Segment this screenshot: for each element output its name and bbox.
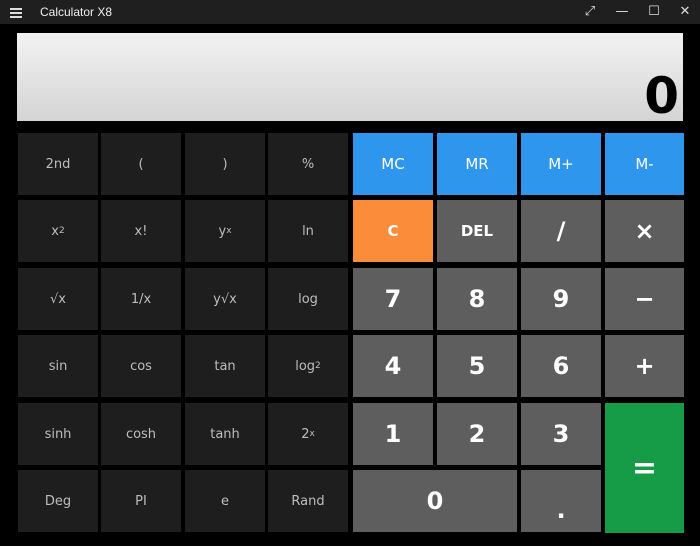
log2-button[interactable]: log 2 bbox=[268, 335, 348, 397]
power-exponent: x bbox=[226, 226, 232, 236]
percent-button[interactable]: % bbox=[268, 133, 348, 195]
divide-button[interactable]: / bbox=[521, 200, 601, 262]
two-power-exponent: x bbox=[309, 429, 315, 439]
title-bar: Calculator X8 ⤢ — ☐ ✕ bbox=[0, 0, 700, 24]
pi-button[interactable]: PI bbox=[101, 470, 181, 532]
cos-button[interactable]: cos bbox=[101, 335, 181, 397]
open-paren-button[interactable]: ( bbox=[101, 133, 181, 195]
close-button[interactable]: ✕ bbox=[669, 0, 700, 24]
memory-add-button[interactable]: M+ bbox=[521, 133, 601, 195]
power-button[interactable]: yx bbox=[185, 200, 265, 262]
digit-9-button[interactable]: 9 bbox=[521, 268, 601, 330]
digit-5-button[interactable]: 5 bbox=[437, 335, 517, 397]
tanh-button[interactable]: tanh bbox=[185, 403, 265, 465]
clear-button[interactable]: C bbox=[353, 200, 433, 262]
equals-button[interactable]: = bbox=[605, 403, 684, 533]
reciprocal-button[interactable]: 1/x bbox=[101, 268, 181, 330]
log-button[interactable]: log bbox=[268, 268, 348, 330]
hamburger-menu-icon[interactable] bbox=[8, 4, 24, 20]
square-button[interactable]: x2 bbox=[18, 200, 98, 262]
delete-button[interactable]: DEL bbox=[437, 200, 517, 262]
second-function-button[interactable]: 2nd bbox=[18, 133, 98, 195]
e-button[interactable]: e bbox=[185, 470, 265, 532]
two-power-button[interactable]: 2x bbox=[268, 403, 348, 465]
sqrt-button[interactable]: √x bbox=[18, 268, 98, 330]
digit-2-button[interactable]: 2 bbox=[437, 403, 517, 465]
minus-button[interactable]: − bbox=[605, 268, 684, 330]
factorial-button[interactable]: x! bbox=[101, 200, 181, 262]
memory-clear-button[interactable]: MC bbox=[353, 133, 433, 195]
sin-button[interactable]: sin bbox=[18, 335, 98, 397]
digit-7-button[interactable]: 7 bbox=[353, 268, 433, 330]
sinh-button[interactable]: sinh bbox=[18, 403, 98, 465]
maximize-button[interactable]: ☐ bbox=[638, 0, 670, 24]
memory-recall-button[interactable]: MR bbox=[437, 133, 517, 195]
plus-button[interactable]: + bbox=[605, 335, 684, 397]
multiply-button[interactable]: × bbox=[605, 200, 684, 262]
result-display: 0 bbox=[17, 33, 683, 125]
digit-1-button[interactable]: 1 bbox=[353, 403, 433, 465]
ln-button[interactable]: ln bbox=[268, 200, 348, 262]
two-power-base: 2 bbox=[301, 426, 310, 442]
memory-subtract-button[interactable]: M- bbox=[605, 133, 684, 195]
digit-0-button[interactable]: 0 bbox=[353, 470, 517, 532]
digit-6-button[interactable]: 6 bbox=[521, 335, 601, 397]
rand-button[interactable]: Rand bbox=[268, 470, 348, 532]
square-exponent: 2 bbox=[58, 226, 65, 236]
digit-3-button[interactable]: 3 bbox=[521, 403, 601, 465]
power-base: y bbox=[218, 223, 227, 239]
minimize-button[interactable]: — bbox=[606, 0, 638, 24]
fullscreen-icon[interactable]: ⤢ bbox=[574, 0, 606, 24]
digit-4-button[interactable]: 4 bbox=[353, 335, 433, 397]
log2-base: log bbox=[295, 358, 316, 374]
square-base: x bbox=[51, 223, 59, 239]
cosh-button[interactable]: cosh bbox=[101, 403, 181, 465]
close-paren-button[interactable]: ) bbox=[185, 133, 265, 195]
decimal-point-button[interactable]: . bbox=[521, 470, 601, 532]
display-value: 0 bbox=[644, 67, 679, 125]
window-title: Calculator X8 bbox=[40, 5, 113, 19]
deg-button[interactable]: Deg bbox=[18, 470, 98, 532]
log2-subscript: 2 bbox=[315, 361, 321, 371]
y-root-button[interactable]: y√x bbox=[185, 268, 265, 330]
digit-8-button[interactable]: 8 bbox=[437, 268, 517, 330]
tan-button[interactable]: tan bbox=[185, 335, 265, 397]
